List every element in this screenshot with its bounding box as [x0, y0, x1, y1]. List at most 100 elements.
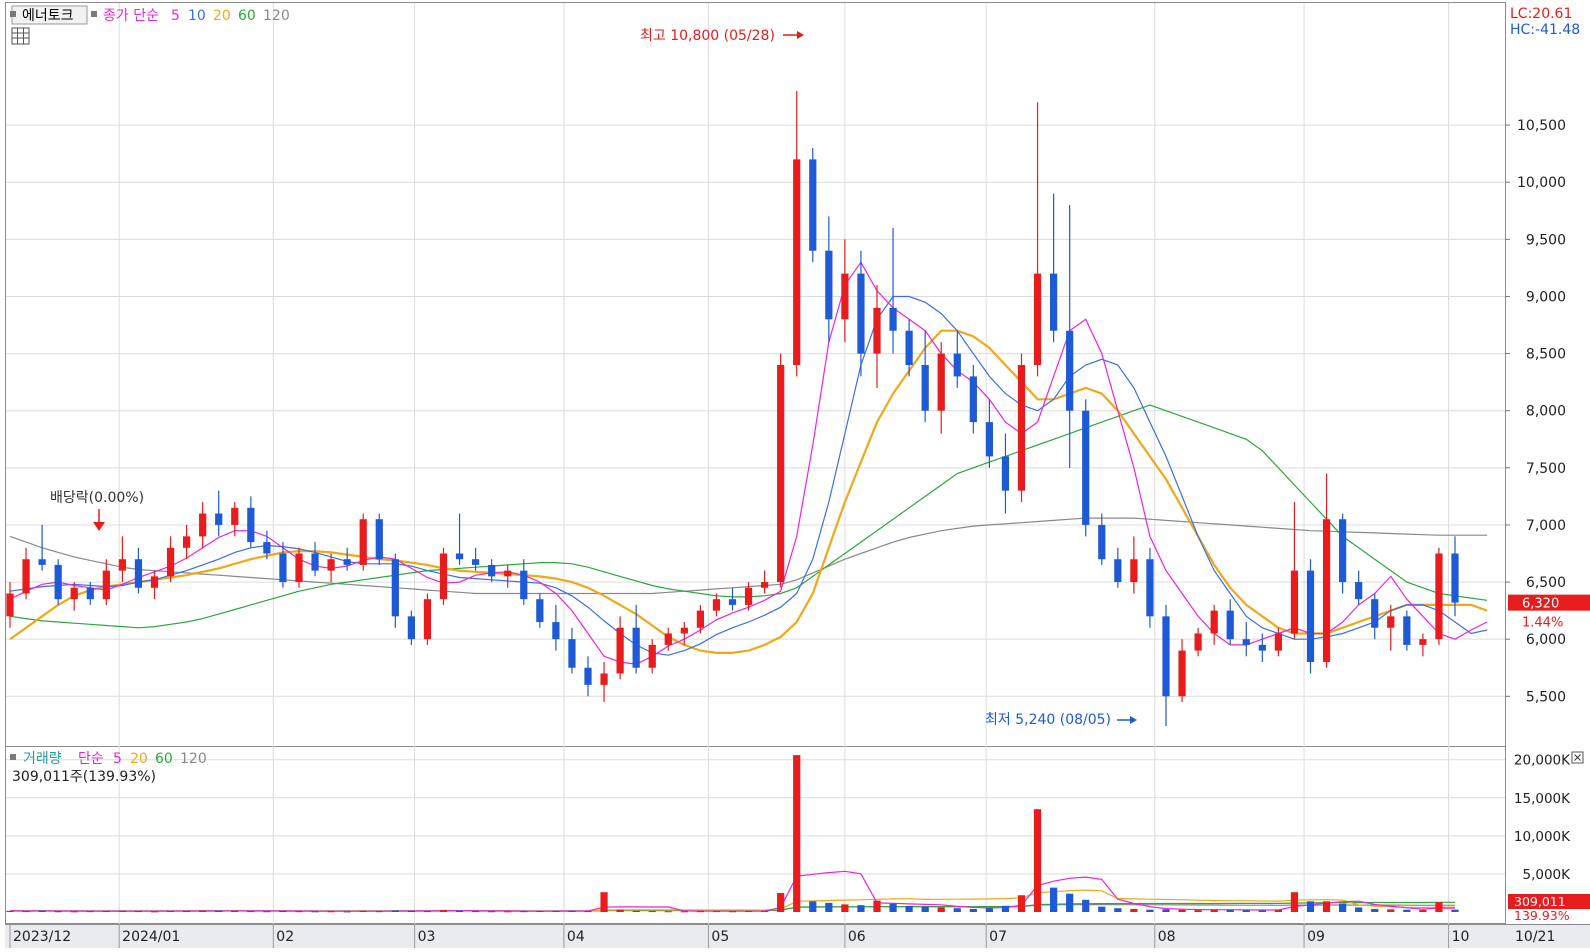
candle-body — [825, 250, 833, 320]
candle-body — [439, 553, 448, 600]
candle-body — [1194, 633, 1202, 651]
candle-body — [600, 673, 608, 685]
date-tick-label: 10 — [1452, 929, 1470, 945]
volume-bar — [1066, 893, 1074, 912]
volume-bar — [231, 910, 239, 912]
volume-bar — [279, 910, 287, 912]
volume-bar — [1082, 899, 1090, 912]
candle-body — [905, 330, 913, 366]
date-axis-bar — [5, 924, 1590, 948]
volume-bar — [1258, 910, 1266, 912]
volume-bar — [648, 911, 656, 913]
volume-bar — [391, 910, 399, 912]
vol-ma-period-5[interactable]: 5 — [113, 751, 122, 767]
candle-body — [38, 559, 46, 565]
candle-body — [86, 587, 94, 600]
volume-bar — [182, 910, 191, 912]
grid-table-icon[interactable] — [11, 27, 30, 45]
volume-panel-close-icon[interactable] — [1571, 751, 1584, 764]
candle-body — [1355, 582, 1363, 600]
volume-bar — [54, 911, 62, 913]
stock-selector[interactable]: 에너토크 — [10, 5, 88, 25]
candle-body — [1338, 519, 1347, 583]
candle-body — [327, 559, 335, 571]
volume-bar — [38, 910, 46, 912]
candle — [1435, 547, 1443, 645]
price-ma-label: 종가 단순 — [103, 8, 159, 24]
vol-ma-period-120[interactable]: 120 — [180, 751, 207, 767]
volume-bar — [455, 910, 464, 912]
volume-bar — [471, 911, 480, 913]
candle-body — [1242, 639, 1250, 645]
last-volume-ratio: 139.93% — [1514, 908, 1570, 923]
candle-body — [182, 536, 191, 548]
volume-bar — [134, 911, 143, 913]
candle-body — [134, 559, 143, 588]
ma-period-20[interactable]: 20 — [213, 8, 231, 24]
lc-indicator: LC:20.61 — [1510, 6, 1572, 22]
ma-period-120[interactable]: 120 — [263, 8, 290, 24]
vol-ma-period-60[interactable]: 60 — [155, 751, 173, 767]
candle — [777, 353, 785, 588]
date-tick-label: 2023/12 — [13, 929, 71, 945]
candle-body — [199, 513, 207, 537]
candle-body — [407, 616, 416, 640]
vol-ma-period-20[interactable]: 20 — [130, 751, 148, 767]
candle-body — [1066, 330, 1074, 411]
candle-body — [1435, 553, 1443, 640]
volume-bar — [1451, 909, 1459, 912]
candle-body — [1162, 616, 1170, 697]
volume-bar — [568, 910, 576, 912]
candle-body — [1226, 610, 1234, 640]
volume-bar — [552, 910, 560, 912]
ma-period-5[interactable]: 5 — [171, 8, 180, 24]
volume-bar — [937, 907, 945, 912]
candle-body — [937, 353, 945, 411]
ma-period-60[interactable]: 60 — [238, 8, 256, 24]
candle-body — [471, 559, 480, 565]
volume-tick-label: 10,000K — [1514, 829, 1571, 845]
candle-body — [857, 273, 865, 354]
stock-chart[interactable]: 10,500 10,000 9,500 9,000 8,500 8,000 7,500 7,0… — [0, 0, 1590, 948]
candle-body — [311, 553, 319, 571]
price-tick-label: 5,500 — [1526, 689, 1566, 705]
stock-name: 에너토크 — [22, 8, 74, 24]
volume-bar — [375, 911, 383, 913]
candle — [1017, 353, 1026, 503]
volume-bar — [1098, 906, 1106, 912]
volume-bar — [728, 911, 737, 913]
price-tick-label: 9,000 — [1526, 289, 1566, 305]
candle-body — [1451, 553, 1459, 603]
volume-bar — [1194, 910, 1202, 912]
candle-body — [247, 507, 255, 543]
volume-bar — [536, 911, 544, 913]
candle — [1306, 559, 1315, 674]
candle-body — [263, 542, 271, 554]
volume-bar — [199, 910, 207, 912]
volume-bar — [311, 911, 319, 913]
volume-bar — [632, 910, 640, 912]
volume-bar — [1435, 902, 1443, 912]
volume-bar — [809, 901, 817, 912]
volume-bar — [1130, 908, 1138, 912]
candle-body — [1258, 644, 1266, 651]
candle-body — [295, 553, 303, 583]
date-tick-label: 07 — [989, 929, 1007, 945]
price-tick-label: 10,000 — [1517, 175, 1566, 191]
volume-bar — [712, 911, 721, 913]
volume-square-icon — [10, 754, 16, 760]
candle-body — [1049, 273, 1058, 331]
volume-tick-label: 15,000K — [1514, 791, 1571, 807]
candle-body — [1290, 570, 1299, 634]
volume-bar — [22, 911, 30, 913]
volume-bar — [1146, 909, 1154, 912]
candle-body — [70, 587, 78, 600]
ma-period-10[interactable]: 10 — [188, 8, 206, 24]
volume-bar — [150, 911, 159, 913]
candle-body — [423, 599, 432, 640]
candle-body — [118, 559, 127, 571]
candle-body — [889, 307, 897, 331]
candle — [1403, 610, 1411, 651]
candle-body — [728, 599, 737, 605]
volume-bar — [1017, 895, 1026, 912]
